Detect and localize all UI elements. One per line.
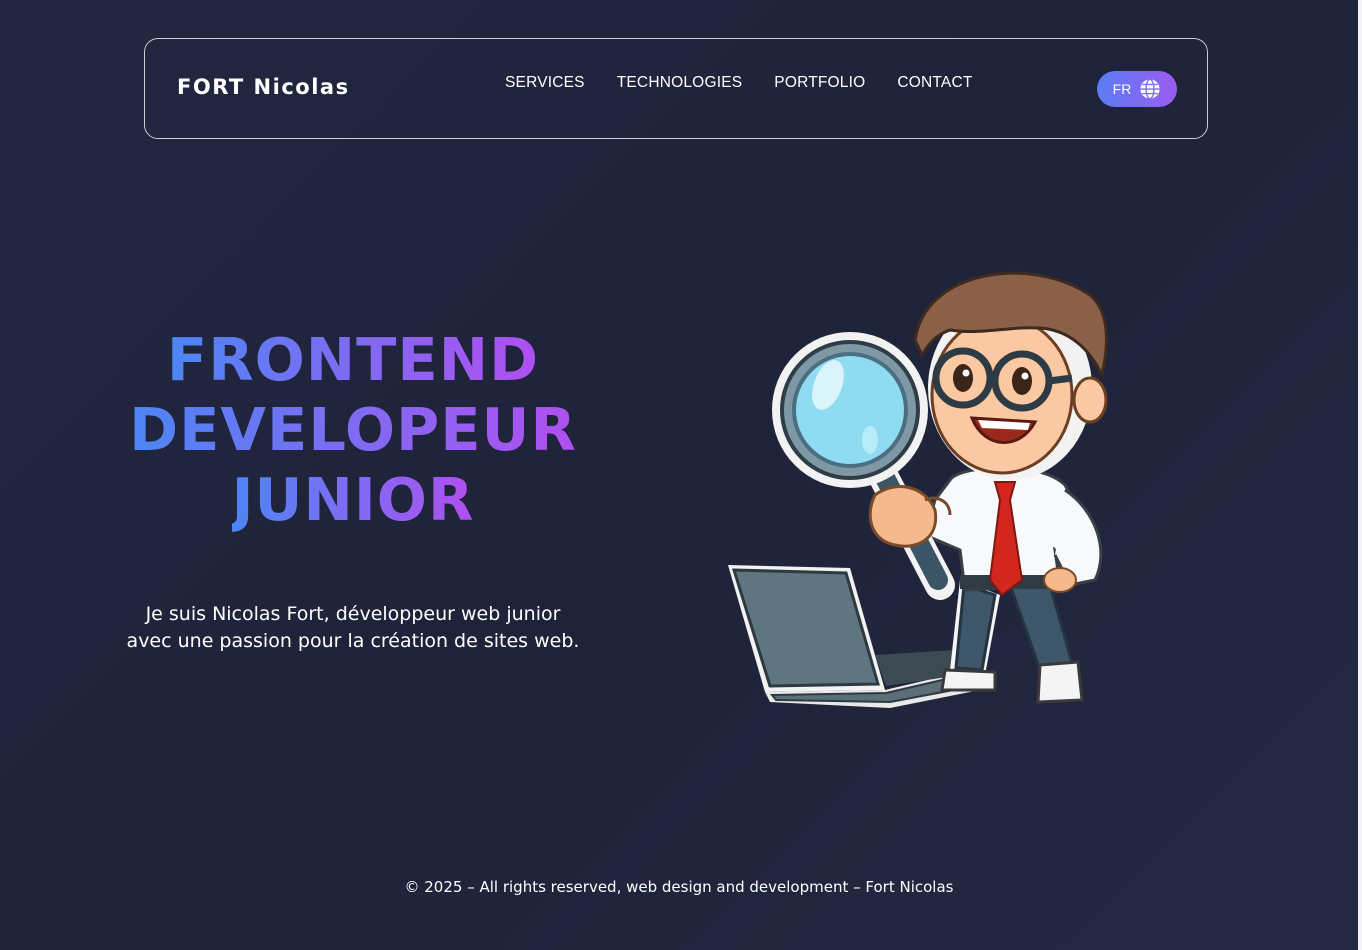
hero-description: Je suis Nicolas Fort, développeur web ju…	[100, 601, 606, 655]
developer-illustration	[710, 250, 1120, 720]
hero-title-line: DEVELOPEUR	[129, 395, 577, 464]
nav-link-portfolio[interactable]: PORTFOLIO	[774, 74, 865, 92]
main-nav: SERVICES TECHNOLOGIES PORTFOLIO CONTACT	[505, 74, 973, 92]
language-label: FR	[1112, 81, 1132, 97]
language-button[interactable]: FR	[1097, 71, 1177, 107]
hero-title-line: JUNIOR	[231, 465, 475, 534]
site-header: FORT Nicolas SERVICES TECHNOLOGIES PORTF…	[144, 38, 1208, 139]
hero-title-line: FRONTEND	[166, 325, 540, 394]
page-edge	[1358, 0, 1362, 950]
hero-description-line: avec une passion pour la création de sit…	[126, 630, 580, 652]
brand-logo[interactable]: FORT Nicolas	[177, 75, 350, 99]
magnifier-illustration	[772, 332, 955, 600]
nav-link-services[interactable]: SERVICES	[505, 74, 585, 92]
hero-title: FRONTEND DEVELOPEUR JUNIOR	[100, 325, 606, 535]
site-footer: © 2025 – All rights reserved, web design…	[404, 878, 954, 896]
nav-link-contact[interactable]: CONTACT	[897, 74, 972, 92]
nav-link-technologies[interactable]: TECHNOLOGIES	[617, 74, 743, 92]
globe-icon	[1139, 78, 1161, 100]
hero-description-line: Je suis Nicolas Fort, développeur web ju…	[145, 603, 561, 625]
